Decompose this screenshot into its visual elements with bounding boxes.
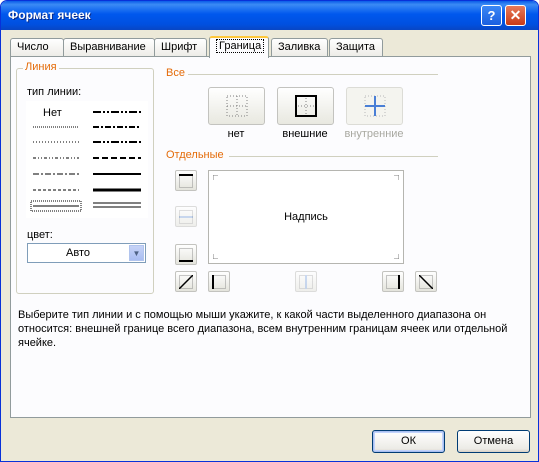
preset-inside-button[interactable] [346, 87, 403, 125]
tab-fill[interactable]: Заливка [271, 38, 328, 57]
border-diagonal-down-button[interactable] [415, 271, 437, 292]
corner-mark-icon [394, 254, 399, 259]
border-diagonal-up-icon [179, 275, 193, 289]
line-color-label: цвет: [27, 229, 53, 241]
border-inside-vertical-icon [299, 275, 313, 289]
close-icon: ✕ [509, 7, 522, 23]
presets-group-label: Все [164, 67, 187, 79]
line-color-select[interactable]: Авто ▼ [27, 243, 146, 263]
line-style-label: тип линии: [27, 86, 82, 98]
tab-protection[interactable]: Защита [329, 38, 383, 57]
preset-inside-label: внутренние [344, 128, 404, 140]
corner-mark-icon [213, 254, 218, 259]
border-top-button[interactable] [175, 170, 197, 191]
outline-border-icon [295, 95, 317, 117]
border-top-icon [179, 174, 193, 188]
preset-outline-label: внешние [282, 128, 328, 140]
tab-label: Выравнивание [70, 41, 146, 53]
tab-label: Шрифт [161, 41, 198, 53]
border-bottom-icon [179, 248, 193, 262]
preset-none-label: нет [227, 128, 245, 140]
presets-divider [188, 74, 438, 75]
chevron-down-icon[interactable]: ▼ [129, 245, 144, 261]
cancel-button[interactable]: Отмена [457, 430, 530, 453]
corner-mark-icon [213, 175, 218, 180]
tab-label: Число [17, 41, 49, 53]
tab-label: Защита [336, 41, 375, 53]
tab-number[interactable]: Число [10, 38, 64, 57]
tab-border[interactable]: Граница [209, 36, 269, 58]
line-style-list[interactable]: Нет [26, 101, 148, 218]
tab-label: Заливка [278, 41, 321, 53]
tab-alignment[interactable]: Выравнивание [63, 38, 155, 57]
preset-none-button[interactable] [208, 87, 265, 125]
border-inside-vertical-button[interactable] [295, 271, 317, 292]
border-diagonal-down-icon [419, 275, 433, 289]
corner-mark-icon [394, 175, 399, 180]
help-icon: ? [487, 8, 496, 23]
tab-font[interactable]: Шрифт [154, 38, 207, 57]
border-diagonal-up-button[interactable] [175, 271, 197, 292]
border-group-label: Отдельные [164, 149, 226, 161]
no-border-icon [226, 95, 248, 117]
close-button[interactable]: ✕ [505, 5, 526, 26]
window-title: Формат ячеек [8, 8, 91, 22]
preset-outline-button[interactable] [277, 87, 334, 125]
title-bar: Формат ячеек ? ✕ [1, 1, 538, 30]
border-right-button[interactable] [382, 271, 404, 292]
inside-border-icon [364, 95, 386, 117]
format-cells-dialog: Формат ячеек ? ✕ Число Выравнивание Шриф… [0, 0, 539, 462]
tab-label: Граница [216, 39, 265, 53]
help-text: Выберите тип линии и с помощью мыши укаж… [18, 309, 508, 349]
border-divider [229, 156, 438, 157]
preview-sample-text: Надпись [284, 211, 328, 223]
border-bottom-button[interactable] [175, 244, 197, 265]
line-color-value: Авто [66, 247, 90, 259]
border-right-icon [386, 275, 400, 289]
border-inside-horizontal-button[interactable] [175, 206, 197, 227]
ok-button[interactable]: ОК [372, 430, 445, 453]
border-left-icon [212, 275, 226, 289]
line-style-swatches [30, 111, 141, 212]
help-button[interactable]: ? [481, 5, 502, 26]
border-preview[interactable]: Надпись [208, 170, 404, 264]
line-group-label: Линия [23, 61, 59, 73]
border-left-button[interactable] [208, 271, 230, 292]
border-inside-horizontal-icon [179, 210, 193, 224]
